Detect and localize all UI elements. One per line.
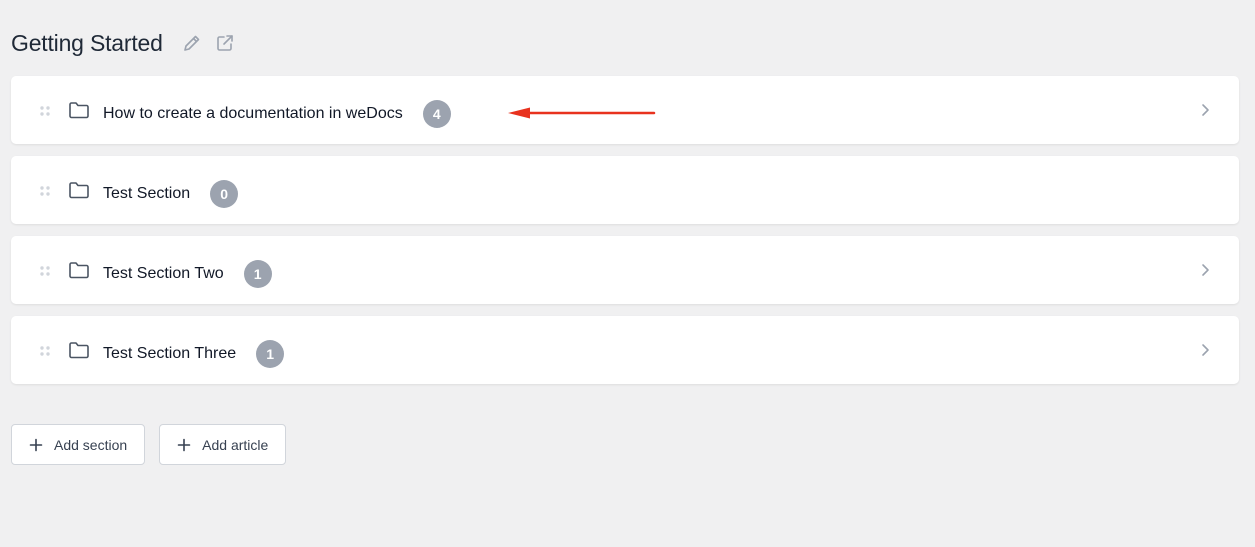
drag-handle-icon[interactable] — [39, 264, 51, 276]
folder-icon — [68, 180, 90, 200]
add-article-label: Add article — [202, 436, 269, 453]
add-section-label: Add section — [54, 436, 128, 453]
section-row[interactable]: Test Section 0 — [11, 156, 1239, 224]
folder-icon — [68, 100, 90, 120]
drag-handle-icon[interactable] — [39, 344, 51, 356]
page-header: Getting Started — [11, 28, 236, 58]
section-title: How to create a documentation in weDocs … — [103, 100, 451, 128]
section-title: Test Section 0 — [103, 180, 239, 208]
annotation-arrow-icon — [508, 107, 656, 119]
chevron-right-icon[interactable] — [1197, 102, 1213, 118]
add-section-button[interactable]: Add section — [11, 424, 146, 465]
section-title-text: Test Section Two — [103, 265, 224, 282]
article-count-badge: 4 — [422, 100, 451, 128]
chevron-right-icon[interactable] — [1197, 342, 1213, 358]
article-count-badge: 1 — [256, 340, 285, 368]
folder-icon — [68, 340, 90, 360]
section-title-text: Test Section — [103, 185, 191, 202]
section-row[interactable]: Test Section Three 1 — [11, 316, 1239, 384]
section-list: How to create a documentation in weDocs … — [11, 76, 1239, 396]
section-title: Test Section Two 1 — [103, 260, 272, 288]
pencil-icon[interactable] — [181, 32, 203, 54]
plus-icon — [29, 438, 43, 451]
page-title: Getting Started — [11, 30, 163, 56]
docs-editor-page: Getting Started How to create a document… — [0, 0, 1255, 547]
section-title: Test Section Three 1 — [103, 340, 285, 368]
section-title-text: How to create a documentation in weDocs — [103, 105, 403, 122]
folder-icon — [68, 260, 90, 280]
chevron-right-icon[interactable] — [1197, 262, 1213, 278]
plus-icon — [177, 438, 191, 451]
article-count-badge: 1 — [243, 260, 272, 288]
action-bar: Add section Add article — [11, 424, 287, 465]
drag-handle-icon[interactable] — [39, 104, 51, 116]
section-title-text: Test Section Three — [103, 345, 237, 362]
drag-handle-icon[interactable] — [39, 184, 51, 196]
section-row[interactable]: Test Section Two 1 — [11, 236, 1239, 304]
add-article-button[interactable]: Add article — [159, 424, 287, 465]
external-link-icon[interactable] — [214, 32, 236, 54]
article-count-badge: 0 — [210, 180, 239, 208]
